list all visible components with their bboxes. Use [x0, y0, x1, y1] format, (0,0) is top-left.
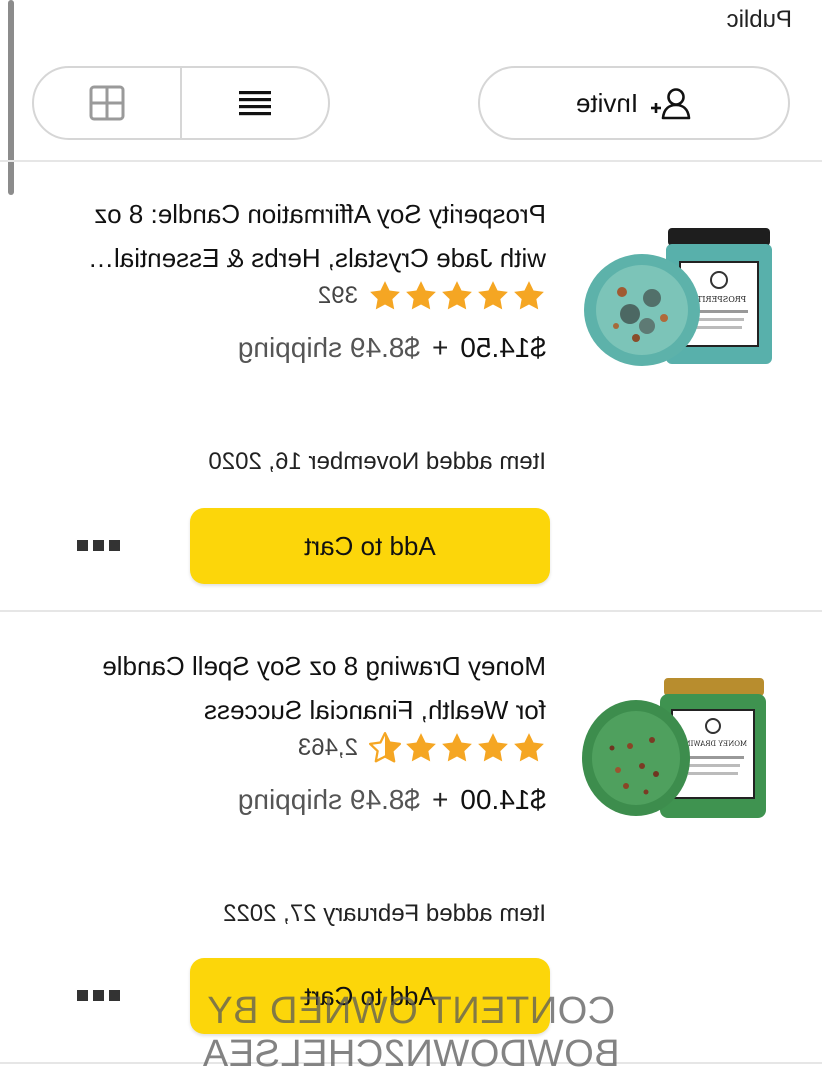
- star-icon: [514, 733, 544, 762]
- star-icon: [478, 281, 508, 310]
- mirrored-screen: Public Invite PROSPERITY Prosperity Soy …: [0, 0, 822, 1079]
- star-icon: [442, 281, 472, 310]
- view-toggle: [32, 66, 330, 140]
- product-title[interactable]: Money Drawing 8 oz Soy Spell Candle for …: [76, 644, 546, 732]
- star-icon: [514, 281, 544, 310]
- grid-view-icon: [89, 85, 125, 121]
- date-added: Item added February 27, 2022: [223, 900, 546, 927]
- rating: 392: [318, 278, 546, 314]
- price-line: $14.50 + $8.49 shipping: [238, 332, 546, 364]
- shipping-cost: $8.49 shipping: [237, 332, 420, 363]
- date-added: Item added November 16, 2020: [208, 448, 546, 475]
- star-icon: [370, 281, 400, 310]
- product-image[interactable]: PROSPERITY: [582, 222, 802, 372]
- rating: 2,463: [298, 730, 546, 766]
- product-image[interactable]: MONEY DRAWING: [582, 674, 802, 824]
- star-rating: [368, 731, 546, 765]
- star-icon: [442, 733, 472, 762]
- price: $14.00: [460, 784, 546, 815]
- star-rating: [368, 279, 546, 313]
- watermark: CONTENT OWNED BY BOWDOWN2CHELSEA: [202, 990, 620, 1075]
- more-options-icon[interactable]: [76, 540, 120, 554]
- price-plus: +: [432, 332, 449, 363]
- star-icon: [478, 733, 508, 762]
- list-item: PROSPERITY Prosperity Soy Affirmation Ca…: [0, 160, 822, 610]
- price-line: $14.00 + $8.49 shipping: [238, 784, 546, 816]
- star-icon: [406, 733, 436, 762]
- add-user-icon: [651, 88, 691, 120]
- product-title[interactable]: Prosperity Soy Affirmation Candle: 8 oz …: [76, 192, 546, 280]
- half-star-icon: [368, 731, 402, 763]
- review-count[interactable]: 2,463: [298, 734, 358, 762]
- list-view-button[interactable]: [182, 68, 328, 138]
- list-visibility-label[interactable]: Public: [727, 6, 792, 34]
- grid-view-button[interactable]: [34, 68, 182, 138]
- invite-button[interactable]: Invite: [478, 66, 790, 140]
- price-plus: +: [432, 784, 449, 815]
- star-icon: [406, 281, 436, 310]
- shipping-cost: $8.49 shipping: [237, 784, 420, 815]
- invite-label: Invite: [575, 87, 639, 118]
- add-to-cart-button[interactable]: Add to Cart: [190, 508, 550, 584]
- review-count[interactable]: 392: [318, 282, 358, 310]
- price: $14.50: [460, 332, 546, 363]
- add-to-cart-label: Add to Cart: [304, 530, 436, 561]
- list-view-icon: [239, 91, 271, 116]
